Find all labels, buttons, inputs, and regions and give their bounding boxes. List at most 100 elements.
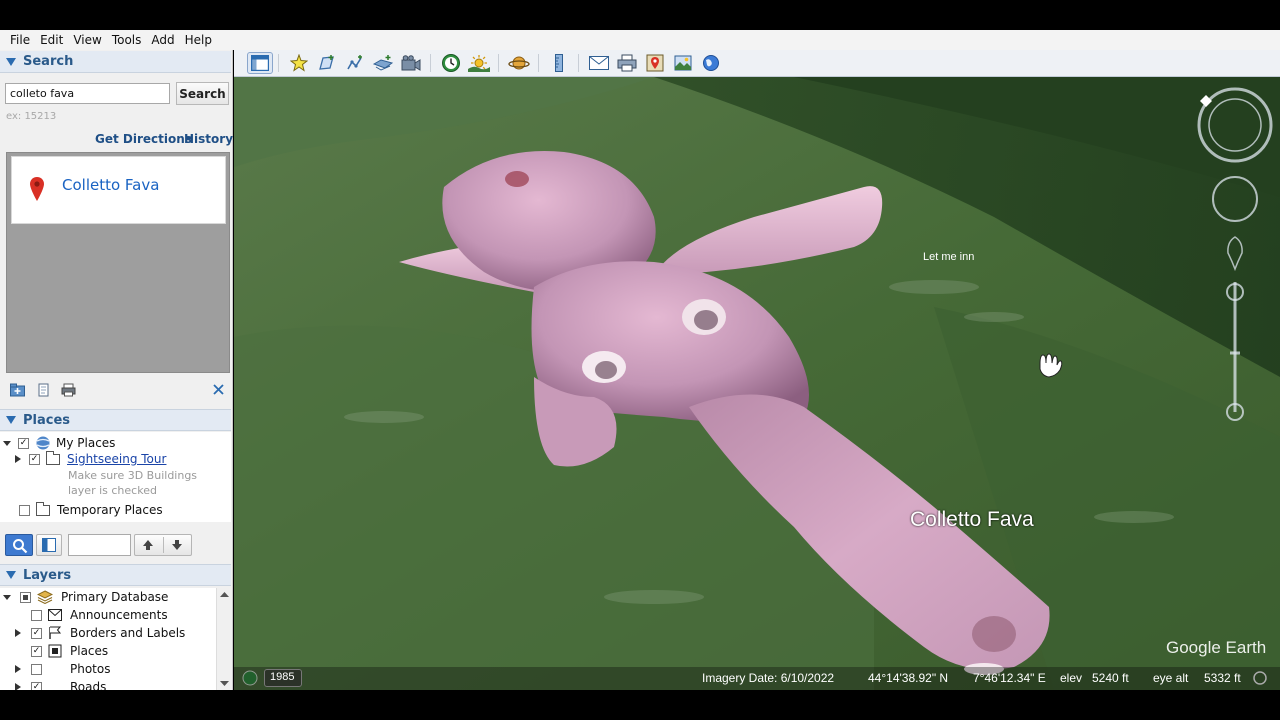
switch-planet-button[interactable]: [508, 52, 530, 74]
layer-roads[interactable]: ✓ Roads: [14, 679, 106, 690]
earth-gallery-button[interactable]: [700, 52, 722, 74]
tree-item-sightseeing-tour[interactable]: ✓ Sightseeing Tour: [14, 450, 166, 467]
scroll-up-icon[interactable]: [217, 590, 231, 600]
planet-icon: [508, 56, 530, 70]
checkbox-unchecked[interactable]: [31, 609, 42, 621]
layer-label: Photos: [70, 662, 111, 676]
status-bar: 1985 Imagery Date: 6/10/2022 44°14'38.92…: [234, 667, 1280, 690]
history-link[interactable]: History: [184, 132, 233, 146]
layers-panel-header[interactable]: Layers: [0, 564, 231, 586]
copy-icon[interactable]: [36, 383, 51, 397]
arrow-up-icon[interactable]: [142, 539, 154, 551]
sightseeing-tour-link[interactable]: Sightseeing Tour: [67, 452, 166, 466]
arrow-down-icon[interactable]: [171, 539, 183, 551]
menu-tools[interactable]: Tools: [112, 33, 142, 47]
places-filter-input[interactable]: [68, 534, 131, 556]
checkbox-checked[interactable]: ✓: [31, 681, 42, 690]
placemark-pin-icon: [290, 54, 308, 72]
elev-value: 5240 ft: [1092, 671, 1129, 685]
move-buttons: [134, 534, 192, 556]
checkbox-unchecked[interactable]: [31, 663, 42, 675]
get-directions-link[interactable]: Get Directions: [95, 132, 192, 146]
layer-photos[interactable]: Photos: [14, 661, 110, 677]
view-in-maps-button[interactable]: [644, 52, 666, 74]
menu-file[interactable]: File: [10, 33, 30, 47]
add-placemark-button[interactable]: [288, 52, 310, 74]
save-image-icon: [674, 55, 692, 71]
collapse-arrow-icon[interactable]: [2, 592, 12, 602]
search-places-button[interactable]: [5, 534, 33, 556]
print-button[interactable]: [616, 52, 638, 74]
sidebar-icon: [251, 55, 269, 71]
menu-help[interactable]: Help: [185, 33, 212, 47]
expand-arrow-icon[interactable]: [14, 454, 22, 464]
add-path-button[interactable]: [344, 52, 366, 74]
search-input[interactable]: [5, 83, 170, 104]
scroll-down-icon[interactable]: [217, 678, 231, 688]
print-icon[interactable]: [61, 383, 76, 397]
checkbox-checked[interactable]: ✓: [31, 645, 42, 657]
layer-label: Primary Database: [61, 590, 169, 604]
expand-arrow-icon[interactable]: [14, 628, 22, 638]
add-polygon-button[interactable]: [316, 52, 338, 74]
places-square-icon: [48, 644, 62, 658]
image-overlay-icon: [373, 55, 393, 71]
show-panel-button[interactable]: [36, 534, 62, 556]
eye-alt-label: eye alt: [1153, 671, 1189, 685]
record-tour-button[interactable]: [400, 52, 422, 74]
path-icon: [347, 55, 362, 70]
places-panel-header[interactable]: Places: [0, 409, 231, 431]
layer-borders-and-labels[interactable]: ✓ Borders and Labels: [14, 625, 185, 641]
layer-announcements[interactable]: Announcements: [31, 607, 168, 623]
tree-item-label: Temporary Places: [57, 503, 163, 517]
checkbox-unchecked[interactable]: [19, 504, 30, 516]
checkbox-checked[interactable]: ✓: [31, 627, 42, 639]
checkbox-partial[interactable]: [20, 591, 31, 603]
elev-label: elev: [1060, 671, 1083, 685]
search-button[interactable]: Search: [176, 82, 229, 105]
save-image-button[interactable]: [672, 52, 694, 74]
search-result-title[interactable]: Colletto Fava: [62, 176, 159, 194]
close-icon[interactable]: [211, 383, 226, 397]
map-viewport[interactable]: Let me inn Colletto Fava Google Earth 19…: [234, 77, 1280, 690]
historical-year: 1985: [270, 671, 295, 683]
checkbox-checked[interactable]: ✓: [29, 453, 40, 465]
tree-item-my-places[interactable]: ✓ My Places: [2, 435, 115, 451]
map-label-let-me-in[interactable]: Let me inn: [923, 251, 974, 263]
tree-item-label: My Places: [56, 436, 116, 450]
latitude: 44°14'38.92" N: [868, 671, 949, 685]
ruler-icon: [555, 54, 563, 72]
checkbox-checked[interactable]: ✓: [18, 437, 29, 449]
historical-year-badge[interactable]: 1985: [264, 669, 302, 687]
save-to-places-icon[interactable]: [10, 383, 25, 397]
menu-add[interactable]: Add: [151, 33, 174, 47]
layer-primary-database[interactable]: Primary Database: [2, 589, 168, 605]
expand-arrow-icon[interactable]: [14, 664, 22, 674]
search-results-area: Colletto Fava: [6, 152, 230, 373]
layer-places[interactable]: ✓ Places: [31, 643, 108, 659]
collapse-triangle-icon: [6, 571, 16, 579]
google-earth-logo: Google Earth: [1166, 638, 1267, 657]
menu-view[interactable]: View: [73, 33, 101, 47]
image-overlay-button[interactable]: [372, 52, 394, 74]
layers-tree: Primary Database Announcements ✓ Borders…: [0, 588, 231, 690]
map-label-place-name[interactable]: Colletto Fava: [910, 508, 1034, 532]
collapse-arrow-icon[interactable]: [2, 438, 12, 448]
search-result-item[interactable]: Colletto Fava: [11, 156, 226, 224]
envelope-icon: [48, 609, 62, 621]
map-pin-icon: [30, 177, 44, 201]
layers-stack-icon: [37, 590, 53, 604]
sun-icon: [468, 55, 490, 72]
email-button[interactable]: [588, 52, 610, 74]
tree-item-temporary-places[interactable]: Temporary Places: [19, 501, 163, 518]
menu-edit[interactable]: Edit: [40, 33, 63, 47]
sunlight-button[interactable]: [468, 52, 490, 74]
collapse-triangle-icon: [6, 57, 16, 66]
search-panel-header[interactable]: Search: [0, 51, 231, 73]
ruler-button[interactable]: [548, 52, 570, 74]
layer-label: Roads: [70, 680, 107, 690]
expand-arrow-icon[interactable]: [14, 682, 22, 690]
historical-imagery-button[interactable]: [440, 52, 462, 74]
toggle-sidebar-button[interactable]: [247, 52, 273, 74]
layers-scrollbar[interactable]: [216, 588, 231, 690]
